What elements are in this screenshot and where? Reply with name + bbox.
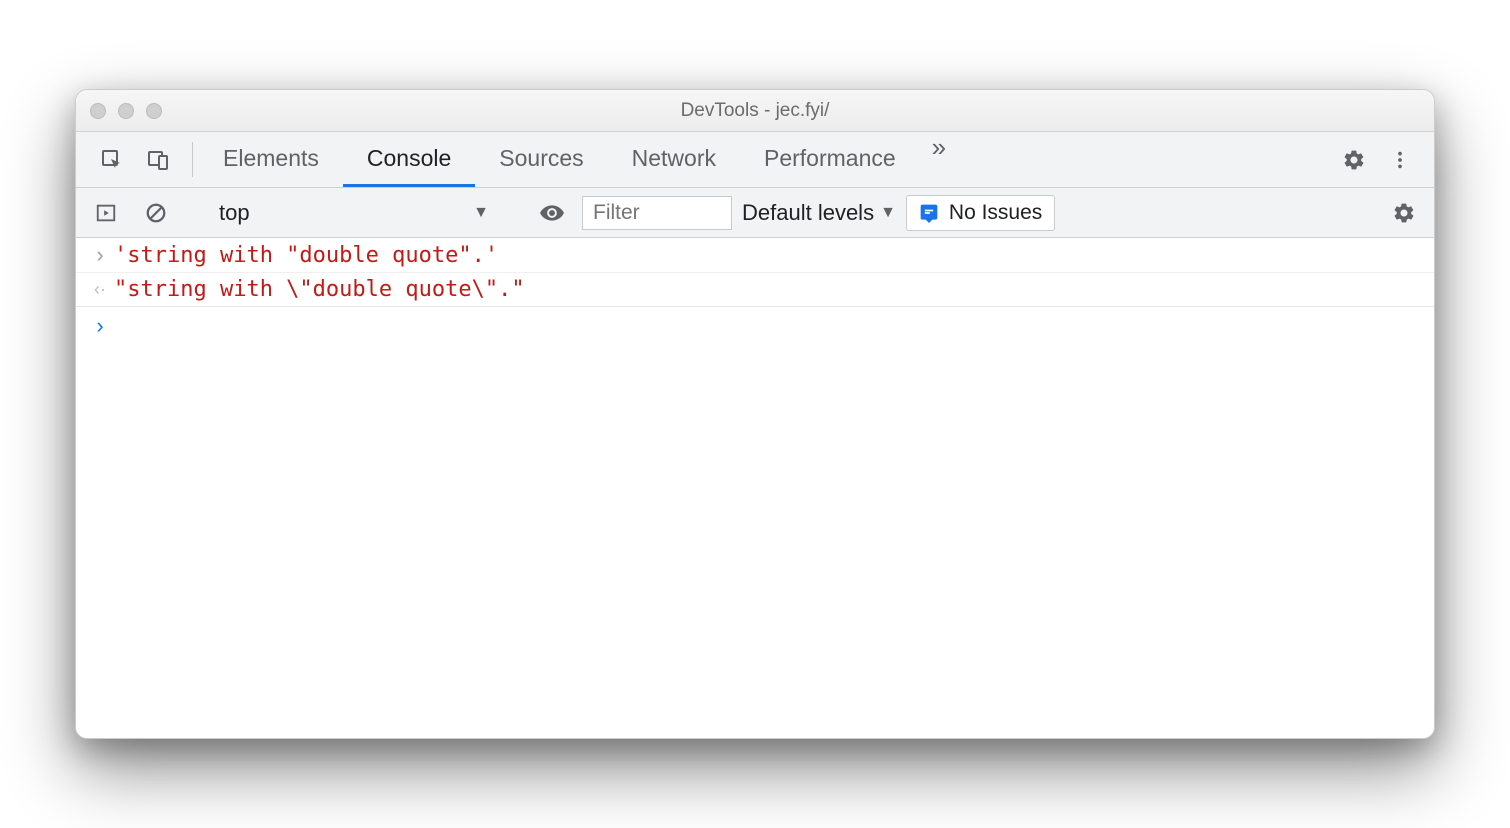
chevron-down-icon: ▼ <box>473 204 489 222</box>
tab-label: Elements <box>223 145 319 172</box>
window-title: DevTools - jec.fyi/ <box>76 100 1434 122</box>
tab-label: Network <box>632 145 716 172</box>
devtools-window: DevTools - jec.fyi/ Elements Console Sou… <box>75 89 1435 739</box>
console-output: › 'string with "double quote".' ‹· "stri… <box>76 238 1434 738</box>
panel-tabs: Elements Console Sources Network Perform… <box>199 132 958 187</box>
issues-label: No Issues <box>949 201 1042 225</box>
console-input-text: 'string with "double quote".' <box>114 243 498 268</box>
close-window-button[interactable] <box>90 103 106 119</box>
inspect-element-icon[interactable] <box>92 140 132 180</box>
traffic-lights <box>90 103 162 119</box>
levels-label: Default levels <box>742 200 874 226</box>
live-expression-eye-icon[interactable] <box>532 193 572 233</box>
input-chevron-icon: › <box>86 242 114 268</box>
tab-performance[interactable]: Performance <box>740 132 920 187</box>
issues-icon <box>919 203 939 223</box>
tabbar-left-tools <box>84 132 186 187</box>
tabbar-right-tools <box>1315 132 1426 187</box>
tab-label: Sources <box>499 145 583 172</box>
console-output-text: "string with \"double quote\"." <box>114 277 525 302</box>
chevron-down-icon: ▼ <box>880 204 896 222</box>
console-input-row[interactable]: › 'string with "double quote".' <box>76 238 1434 273</box>
console-settings-gear-icon[interactable] <box>1384 193 1424 233</box>
tab-console[interactable]: Console <box>343 132 475 187</box>
device-toolbar-icon[interactable] <box>138 140 178 180</box>
tab-elements[interactable]: Elements <box>199 132 343 187</box>
tab-sources[interactable]: Sources <box>475 132 607 187</box>
kebab-menu-icon[interactable] <box>1380 140 1420 180</box>
more-tabs-icon[interactable]: » <box>920 132 958 187</box>
divider <box>192 142 193 177</box>
clear-console-icon[interactable] <box>136 193 176 233</box>
context-label: top <box>219 200 250 226</box>
tab-label: Console <box>367 145 451 172</box>
log-levels-select[interactable]: Default levels ▼ <box>742 200 896 226</box>
toggle-sidebar-icon[interactable] <box>86 193 126 233</box>
prompt-chevron-icon: › <box>86 313 114 339</box>
output-chevron-icon: ‹· <box>86 279 114 300</box>
console-toolbar: top ▼ Default levels ▼ No Issues <box>76 188 1434 238</box>
issues-button[interactable]: No Issues <box>906 195 1055 231</box>
filter-input[interactable] <box>582 196 732 230</box>
main-tabbar: Elements Console Sources Network Perform… <box>76 132 1434 188</box>
zoom-window-button[interactable] <box>146 103 162 119</box>
minimize-window-button[interactable] <box>118 103 134 119</box>
tab-network[interactable]: Network <box>608 132 740 187</box>
console-output-row: ‹· "string with \"double quote\"." <box>76 273 1434 307</box>
titlebar: DevTools - jec.fyi/ <box>76 90 1434 132</box>
execution-context-select[interactable]: top ▼ <box>209 200 499 226</box>
tab-label: Performance <box>764 145 896 172</box>
settings-gear-icon[interactable] <box>1334 140 1374 180</box>
console-prompt-row[interactable]: › <box>76 307 1434 343</box>
